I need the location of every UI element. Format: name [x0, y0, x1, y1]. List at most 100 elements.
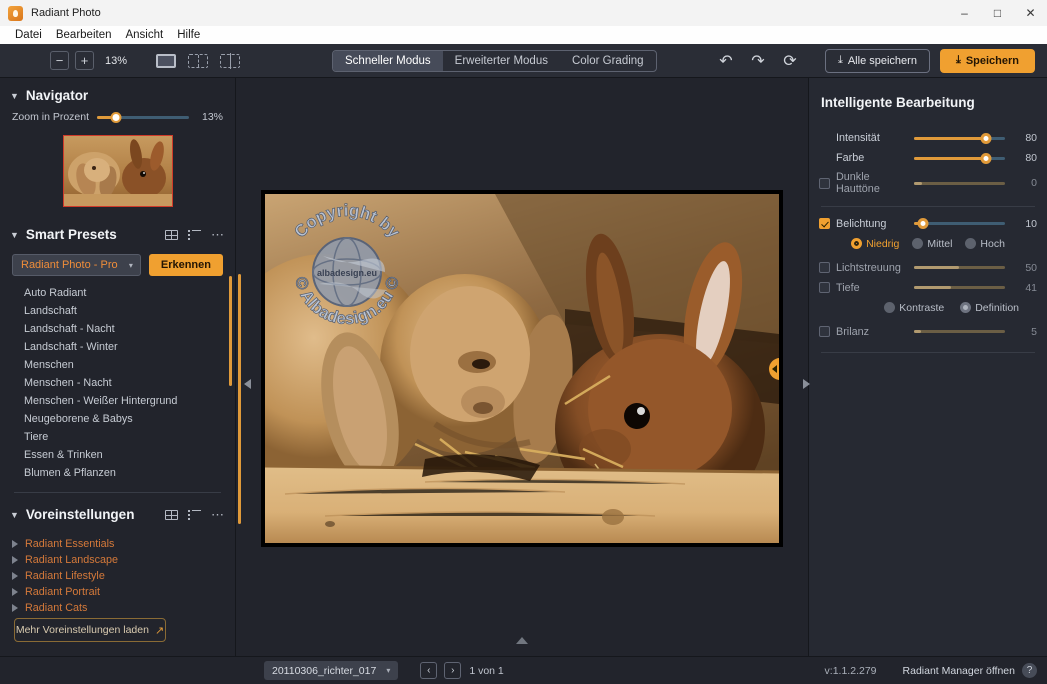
chevron-down-icon: ▾	[128, 260, 133, 270]
radio-niedrig[interactable]: Niedrig	[851, 238, 899, 250]
list-item[interactable]: Landschaft	[0, 302, 235, 320]
list-item[interactable]: Radiant Cats	[0, 600, 235, 616]
split-view-icon[interactable]	[187, 53, 209, 69]
save-button[interactable]: ⤓ Speichern	[939, 48, 1035, 73]
preset-list-scrollbar[interactable]	[229, 276, 232, 386]
list-item[interactable]: Blumen & Pflanzen	[0, 464, 235, 482]
collapse-right-panel-button[interactable]	[799, 373, 813, 395]
list-item[interactable]: Menschen - Nacht	[0, 374, 235, 392]
list-item[interactable]: Menschen	[0, 356, 235, 374]
list-item[interactable]: Radiant Essentials	[0, 536, 235, 552]
download-icon: ⤓	[955, 54, 961, 66]
compare-view-icon[interactable]	[219, 52, 241, 69]
chevron-right-icon	[12, 604, 18, 612]
help-icon[interactable]: ?	[1022, 663, 1037, 678]
control-label: Belichtung	[836, 217, 887, 230]
radiant-manager-link[interactable]: Radiant Manager öffnen	[903, 665, 1015, 677]
file-select[interactable]: 20110306_richter_017 ▾	[264, 661, 399, 680]
tiefe-checkbox[interactable]	[819, 282, 830, 294]
control-lichtstreuung: Lichtstreuung 50	[809, 258, 1047, 278]
radio-icon	[851, 238, 863, 250]
next-image-button[interactable]: ›	[444, 662, 462, 679]
list-item[interactable]: Radiant Landscape	[0, 552, 235, 568]
preset-profile-row: Radiant Photo - Pro ▾ Erkennen	[0, 248, 235, 276]
belichtung-slider[interactable]	[914, 218, 1005, 230]
maximize-button[interactable]: □	[981, 0, 1014, 26]
radio-icon	[912, 238, 924, 250]
radio-kontraste[interactable]: Kontraste	[884, 302, 944, 314]
undo-button[interactable]: ↶	[713, 49, 739, 73]
menu-ansicht[interactable]: Ansicht	[118, 26, 170, 44]
list-view-icon[interactable]	[188, 509, 201, 520]
farbe-slider[interactable]	[914, 152, 1005, 164]
list-item[interactable]: Radiant Lifestyle	[0, 568, 235, 584]
navigator-zoom-knob[interactable]	[110, 111, 122, 123]
intensitaet-knob[interactable]	[980, 132, 992, 144]
save-all-button[interactable]: ⤓ Alle speichern	[824, 48, 930, 73]
title-bar: Radiant Photo – □ ✕	[0, 0, 1047, 26]
list-item[interactable]: Tiere	[0, 428, 235, 446]
mode-schneller[interactable]: Schneller Modus	[333, 51, 443, 71]
mode-color-grading[interactable]: Color Grading	[560, 51, 656, 71]
navigator-zoom-slider[interactable]	[97, 111, 189, 123]
smart-presets-header[interactable]: ▼ Smart Presets ⋯	[0, 207, 235, 248]
menu-hilfe[interactable]: Hilfe	[170, 26, 207, 44]
preset-profile-select[interactable]: Radiant Photo - Pro ▾	[12, 254, 141, 276]
navigator-zoom-value: 13%	[201, 111, 223, 123]
tiefe-slider[interactable]	[914, 286, 1005, 290]
collapse-left-panel-button[interactable]	[240, 373, 254, 395]
list-view-icon[interactable]	[188, 229, 201, 240]
intensitaet-slider[interactable]	[914, 132, 1005, 144]
radio-mittel[interactable]: Mittel	[912, 238, 952, 250]
grid-view-icon[interactable]	[165, 229, 178, 240]
detect-button[interactable]: Erkennen	[148, 254, 223, 276]
radio-definition[interactable]: Definition	[960, 302, 1019, 314]
zoom-level-label: 13%	[105, 54, 128, 67]
reset-button[interactable]: ⟳	[777, 49, 803, 73]
list-item[interactable]: Neugeborene & Babys	[0, 410, 235, 428]
list-item[interactable]: Auto Radiant	[0, 284, 235, 302]
navigator-thumbnail[interactable]	[62, 135, 173, 207]
more-options-icon[interactable]: ⋯	[211, 228, 225, 241]
collapse-bottom-panel-button[interactable]	[516, 637, 528, 644]
list-item-label: Radiant Portrait	[25, 586, 101, 598]
belichtung-knob[interactable]	[917, 218, 929, 230]
list-item[interactable]: Menschen - Weißer Hintergrund	[0, 392, 235, 410]
list-item[interactable]: Radiant Portrait	[0, 584, 235, 600]
control-value: 0	[1031, 177, 1037, 190]
prev-image-button[interactable]: ‹	[420, 662, 438, 679]
farbe-knob[interactable]	[980, 152, 992, 164]
belichtung-checkbox[interactable]	[819, 218, 830, 230]
dunkle-hauttoene-checkbox[interactable]	[819, 177, 830, 189]
photo-frame: albadesign.eu Copyright by © Albadesign.…	[261, 190, 783, 547]
load-more-presets-button[interactable]: Mehr Voreinstellungen laden ↗	[14, 618, 166, 642]
brilanz-checkbox[interactable]	[819, 326, 830, 338]
more-options-icon[interactable]: ⋯	[211, 508, 225, 521]
brilanz-slider[interactable]	[914, 330, 1005, 334]
photo-image[interactable]: albadesign.eu Copyright by © Albadesign.…	[265, 194, 779, 543]
single-view-icon[interactable]	[155, 53, 177, 69]
navigator-header[interactable]: ▼ Navigator	[0, 78, 235, 109]
grid-view-icon[interactable]	[165, 509, 178, 520]
menu-datei[interactable]: Datei	[8, 26, 49, 44]
redo-button[interactable]: ↷	[745, 49, 771, 73]
radio-hoch[interactable]: Hoch	[965, 238, 1005, 250]
list-item[interactable]: Landschaft - Nacht	[0, 320, 235, 338]
lichtstreuung-slider[interactable]	[914, 266, 1005, 270]
menu-bearbeiten[interactable]: Bearbeiten	[49, 26, 119, 44]
list-item[interactable]: Landschaft - Winter	[0, 338, 235, 356]
canvas-scrollbar[interactable]	[238, 274, 241, 524]
voreinstellungen-header[interactable]: ▼ Voreinstellungen ⋯	[0, 493, 235, 528]
list-item-label: Radiant Lifestyle	[25, 570, 105, 582]
minimize-button[interactable]: –	[948, 0, 981, 26]
mode-erweiterter[interactable]: Erweiterter Modus	[443, 51, 560, 71]
chevron-right-icon	[12, 556, 18, 564]
dunkle-hauttoene-slider[interactable]	[914, 181, 1005, 185]
zoom-out-button[interactable]: −	[50, 51, 69, 70]
chevron-down-icon: ▼	[10, 229, 19, 240]
zoom-in-button[interactable]: +	[75, 51, 94, 70]
close-button[interactable]: ✕	[1014, 0, 1047, 26]
lichtstreuung-checkbox[interactable]	[819, 262, 830, 274]
tiefe-radio-group: Kontraste Definition	[809, 298, 1047, 318]
list-item[interactable]: Essen & Trinken	[0, 446, 235, 464]
